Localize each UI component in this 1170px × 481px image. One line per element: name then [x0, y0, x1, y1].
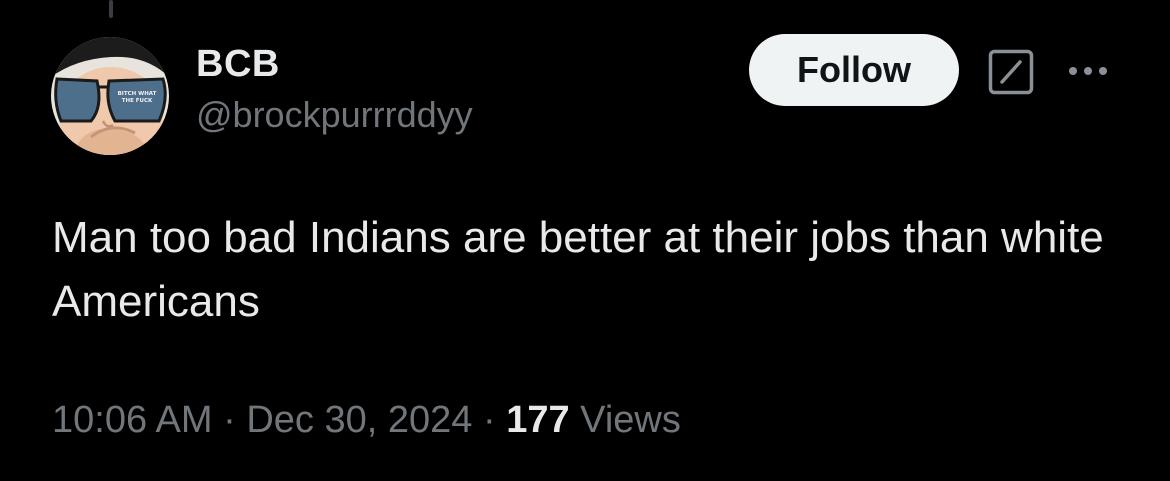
svg-text:BITCH WHAT: BITCH WHAT: [118, 91, 157, 97]
views-count[interactable]: 177: [506, 399, 569, 441]
avatar[interactable]: BITCH WHAT THE FUCK: [51, 37, 169, 155]
tweet-metadata: 10:06 AM · Dec 30, 2024 · 177 Views: [52, 392, 681, 448]
follow-button[interactable]: Follow: [749, 34, 959, 106]
thread-connector-line: [109, 0, 113, 18]
svg-text:THE FUCK: THE FUCK: [122, 98, 153, 104]
tweet-date[interactable]: Dec 30, 2024: [246, 399, 472, 441]
user-handle[interactable]: @brockpurrrddyy: [196, 92, 473, 138]
grok-icon[interactable]: [988, 49, 1034, 95]
separator-dot: ·: [223, 399, 236, 441]
display-name[interactable]: BCB: [196, 40, 473, 88]
tweet-time[interactable]: 10:06 AM: [52, 399, 213, 441]
tweet-text: Man too bad Indians are better at their …: [52, 213, 1104, 326]
avatar-image: BITCH WHAT THE FUCK: [51, 37, 169, 155]
more-horizontal-icon[interactable]: [1064, 59, 1112, 83]
views-label[interactable]: Views: [580, 399, 681, 441]
tweet-header: BCB @brockpurrrddyy: [196, 40, 473, 138]
separator-dot: ·: [482, 399, 496, 441]
